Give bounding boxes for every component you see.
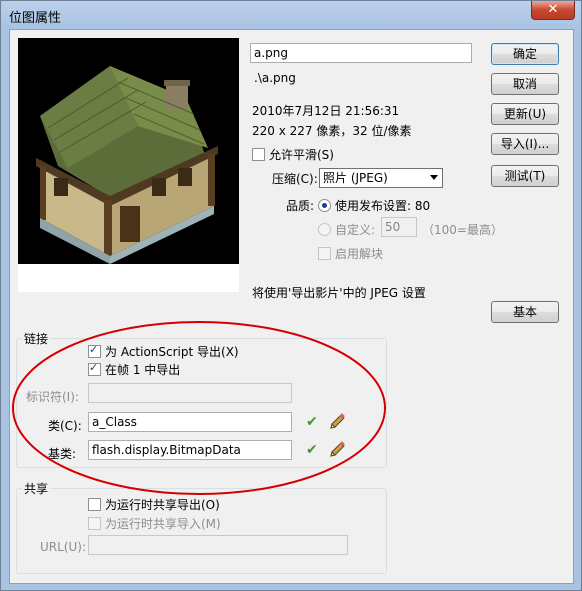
- deblocking-checkbox[interactable]: [318, 247, 331, 260]
- import-runtime-option[interactable]: 为运行时共享导入(M): [88, 515, 221, 532]
- allow-smoothing-checkbox[interactable]: [252, 148, 265, 161]
- base-class-label: 基类:: [48, 447, 77, 461]
- use-publish-label: 使用发布设置: 80: [335, 199, 431, 213]
- pencil-icon[interactable]: [328, 441, 346, 459]
- bitmap-path: .\a.png: [254, 71, 296, 85]
- export-runtime-option[interactable]: 为运行时共享导出(O): [88, 496, 220, 513]
- bitmap-date: 2010年7月12日 21:56:31: [252, 104, 400, 118]
- quality-label: 品质:: [286, 199, 315, 213]
- basic-button[interactable]: 基本: [491, 301, 559, 323]
- checkmark-icon[interactable]: ✔: [306, 414, 318, 430]
- linkage-group-title: 链接: [22, 330, 51, 347]
- identifier-field[interactable]: [88, 383, 292, 403]
- export-runtime-label: 为运行时共享导出(O): [105, 498, 220, 512]
- custom-quality-option[interactable]: 自定义:: [318, 221, 375, 238]
- preview-margin: [18, 264, 239, 292]
- window-title: 位图属性: [9, 11, 62, 26]
- export-runtime-checkbox[interactable]: [88, 498, 101, 511]
- custom-quality-label: 自定义:: [335, 223, 376, 237]
- bitmap-properties-window: 位图属性 ✕ a.png .\a.png 2010年7月12日 21:56:31…: [0, 0, 582, 591]
- custom-quality-hint: （100=最高）: [422, 223, 503, 237]
- ok-button[interactable]: 确定: [491, 43, 559, 65]
- chevron-down-icon: [430, 175, 438, 180]
- export-frame1-option[interactable]: 在帧 1 中导出: [88, 361, 180, 378]
- url-label: URL(U):: [40, 540, 86, 554]
- cancel-button[interactable]: 取消: [491, 73, 559, 95]
- custom-quality-radio[interactable]: [318, 223, 331, 236]
- export-actionscript-option[interactable]: 为 ActionScript 导出(X): [88, 343, 239, 360]
- sharing-group-title: 共享: [22, 480, 51, 497]
- title-bar[interactable]: 位图属性 ✕: [1, 1, 581, 29]
- identifier-label: 标识符(I):: [26, 390, 79, 404]
- compression-value: 照片 (JPEG): [323, 171, 388, 185]
- class-field[interactable]: a_Class: [88, 412, 292, 432]
- house-thumbnail-icon: [18, 38, 239, 264]
- export-actionscript-label: 为 ActionScript 导出(X): [105, 345, 239, 359]
- import-runtime-label: 为运行时共享导入(M): [105, 517, 221, 531]
- url-field[interactable]: [88, 535, 348, 555]
- compression-label: 压缩(C):: [272, 172, 318, 186]
- bitmap-preview: [18, 38, 239, 264]
- pencil-icon[interactable]: [328, 413, 346, 431]
- allow-smoothing-option[interactable]: 允许平滑(S): [252, 146, 334, 163]
- export-frame1-checkbox[interactable]: [88, 361, 101, 376]
- custom-quality-input[interactable]: 50: [381, 217, 417, 237]
- export-frame1-label: 在帧 1 中导出: [105, 363, 181, 377]
- update-button[interactable]: 更新(U): [491, 103, 559, 125]
- bitmap-dimensions: 220 x 227 像素，32 位/像素: [252, 124, 412, 138]
- test-button[interactable]: 测试(T): [491, 165, 559, 187]
- jpeg-settings-note: 将使用'导出影片'中的 JPEG 设置: [252, 286, 426, 300]
- close-icon: ✕: [547, 2, 559, 17]
- deblocking-label: 启用解块: [335, 247, 384, 261]
- class-label: 类(C):: [48, 419, 82, 433]
- bitmap-name-field[interactable]: a.png: [250, 43, 472, 63]
- checkmark-icon[interactable]: ✔: [306, 442, 318, 458]
- import-button[interactable]: 导入(I)...: [491, 133, 559, 155]
- base-class-field[interactable]: flash.display.BitmapData: [88, 440, 292, 460]
- deblocking-option[interactable]: 启用解块: [318, 245, 383, 262]
- use-publish-radio[interactable]: [318, 199, 331, 212]
- close-button[interactable]: ✕: [531, 1, 575, 20]
- allow-smoothing-label: 允许平滑(S): [269, 148, 334, 162]
- export-actionscript-checkbox[interactable]: [88, 343, 101, 358]
- dialog-client: a.png .\a.png 2010年7月12日 21:56:31 220 x …: [9, 29, 574, 584]
- import-runtime-checkbox[interactable]: [88, 517, 101, 530]
- compression-select[interactable]: 照片 (JPEG): [319, 168, 443, 188]
- use-publish-option[interactable]: 使用发布设置: 80: [318, 197, 430, 214]
